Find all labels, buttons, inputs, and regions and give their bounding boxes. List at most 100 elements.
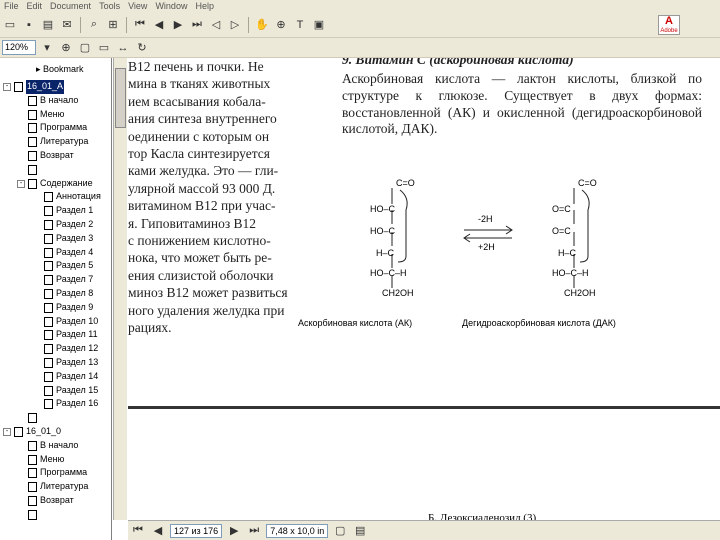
bookmark-node[interactable]: Раздел 14 [0, 370, 111, 384]
vertical-scrollbar[interactable] [113, 58, 127, 520]
snapshot-icon[interactable]: ▣ [311, 17, 327, 33]
bookmark-node[interactable]: Раздел 12 [0, 342, 111, 356]
page-number-field[interactable]: 127 из 176 [170, 523, 223, 538]
bookmark-tab-label: Bookmark [43, 64, 84, 74]
bookmark-node[interactable]: Раздел 16 [0, 397, 111, 411]
bookmark-node[interactable]: Программа [0, 466, 111, 480]
bookmark-node[interactable]: Раздел 15 [0, 384, 111, 398]
separator [80, 16, 81, 33]
bookmark-node[interactable]: - 16_01_0 [0, 425, 111, 439]
bookmark-page-icon [44, 275, 53, 286]
actual-size-icon[interactable]: ▢ [77, 40, 93, 56]
bookmark-page-icon [28, 440, 37, 451]
bookmark-node[interactable]: Возврат [0, 149, 111, 163]
bookmark-label: Программа [40, 122, 88, 133]
separator [126, 16, 127, 33]
prev-page-icon[interactable]: ◀ [151, 17, 167, 33]
find-icon[interactable]: ⊞ [105, 17, 121, 33]
zoom-in-icon[interactable]: ⊕ [58, 40, 74, 56]
search-icon[interactable]: ⌕ [86, 17, 102, 33]
bookmark-tree: -16_01_A В начало Меню Программа Литература В… [0, 80, 111, 522]
first-page-icon[interactable]: ⏮ [130, 523, 146, 539]
bookmark-node[interactable]: Раздел 5 [0, 259, 111, 273]
bookmark-tab[interactable]: ▸ Bookmark [36, 62, 84, 76]
bookmark-node[interactable]: В начало [0, 94, 111, 108]
bookmark-page-icon [28, 137, 37, 148]
bookmark-page-icon [14, 426, 23, 437]
menu-item-3[interactable]: Tools [95, 0, 124, 12]
bookmark-page-icon [28, 509, 37, 520]
bookmark-node[interactable]: Программа [0, 121, 111, 135]
bookmark-node[interactable]: В начало [0, 439, 111, 453]
back-icon[interactable]: ◁ [208, 17, 224, 33]
page-boundary [128, 406, 720, 409]
arrow-bottom-label: +2H [478, 242, 495, 252]
caption-dehydroascorbic: Дегидроаскорбиновая кислота (ДАК) [462, 318, 616, 328]
bookmark-node[interactable]: Раздел 3 [0, 232, 111, 246]
bookmark-node[interactable]: Раздел 4 [0, 246, 111, 260]
bookmark-node[interactable]: Раздел 9 [0, 301, 111, 315]
next-page-icon[interactable]: ▶ [170, 17, 186, 33]
menu-item-6[interactable]: Help [191, 0, 218, 12]
menu-item-4[interactable]: View [124, 0, 151, 12]
fit-width-icon[interactable]: ↔ [115, 40, 131, 56]
hand-tool-icon[interactable]: ✋ [254, 17, 270, 33]
menu-item-5[interactable]: Window [151, 0, 191, 12]
bookmark-page-icon [28, 482, 37, 493]
fit-page-icon[interactable]: ▭ [96, 40, 112, 56]
menu-item-2[interactable]: Document [46, 0, 95, 12]
email-icon[interactable]: ✉ [59, 17, 75, 33]
next-page-icon[interactable]: ▶ [226, 523, 242, 539]
first-page-icon[interactable]: ⏮ [132, 17, 148, 33]
last-page-icon[interactable]: ⏭ [189, 17, 205, 33]
menu-item-1[interactable]: Edit [23, 0, 47, 12]
bookmark-node[interactable]: Раздел 2 [0, 218, 111, 232]
bookmark-node[interactable] [0, 163, 111, 177]
bookmark-node[interactable]: Литература [0, 480, 111, 494]
bookmark-node[interactable]: Аннотация [0, 190, 111, 204]
single-page-icon[interactable]: ▢ [332, 523, 348, 539]
bookmark-node[interactable]: Раздел 11 [0, 328, 111, 342]
bookmark-label: Раздел 8 [56, 287, 94, 298]
collapse-icon[interactable]: - [3, 83, 11, 91]
scroll-thumb[interactable] [115, 68, 126, 128]
bookmark-node[interactable]: Возврат [0, 494, 111, 508]
select-text-icon[interactable]: T [292, 17, 308, 33]
bookmark-node[interactable] [0, 411, 111, 425]
zoom-tool-icon[interactable]: ⊕ [273, 17, 289, 33]
document-page: B12 печень и почки. Не мина в тканях живо… [128, 58, 720, 520]
collapse-icon[interactable]: - [3, 427, 11, 436]
bookmark-node[interactable]: Раздел 8 [0, 287, 111, 301]
prev-page-icon[interactable]: ◀ [150, 523, 166, 539]
text-line: тор Касла синтезируется [128, 146, 270, 162]
text-line: нока, что может быть ре- [128, 250, 272, 266]
zoom-dropdown-icon[interactable]: ▾ [39, 40, 55, 56]
bookmark-node[interactable]: Раздел 10 [0, 315, 111, 329]
open-icon[interactable]: ▭ [2, 17, 18, 33]
last-page-icon[interactable]: ⏭ [246, 523, 262, 539]
bookmark-node[interactable]: Раздел 7 [0, 273, 111, 287]
bookmark-label: В начало [40, 94, 79, 105]
bookmark-node[interactable]: Раздел 13 [0, 356, 111, 370]
bookmark-node[interactable]: - Содержание [0, 177, 111, 191]
bookmark-node[interactable]: Раздел 1 [0, 204, 111, 218]
collapse-icon[interactable]: - [17, 179, 25, 188]
text-line: витамином B12 при учас- [128, 198, 276, 214]
bookmark-node[interactable]: Литература [0, 135, 111, 149]
rotate-icon[interactable]: ↻ [134, 40, 150, 56]
forward-icon[interactable]: ▷ [227, 17, 243, 33]
bookmark-node[interactable]: - 16_01_A [0, 80, 111, 94]
continuous-page-icon[interactable]: ▤ [352, 523, 368, 539]
bookmark-node[interactable]: Меню [0, 108, 111, 122]
bookmark-page-icon [44, 330, 53, 341]
bookmark-node[interactable] [0, 508, 111, 522]
save-icon[interactable]: ▪ [21, 17, 37, 33]
bookmark-page-icon [44, 288, 53, 299]
chemical-structure-figure: C=O HO–C HO–C H–C HO–C–H CH2OH C=O O=C O… [298, 170, 718, 400]
menu-item-0[interactable]: File [0, 0, 23, 12]
print-icon[interactable]: ▤ [40, 17, 56, 33]
right-group-2: O=C [552, 226, 571, 236]
carbonyl-o-left: C=O [396, 178, 415, 188]
bookmark-node[interactable]: Меню [0, 453, 111, 467]
zoom-level-input[interactable]: 120% [2, 40, 36, 55]
